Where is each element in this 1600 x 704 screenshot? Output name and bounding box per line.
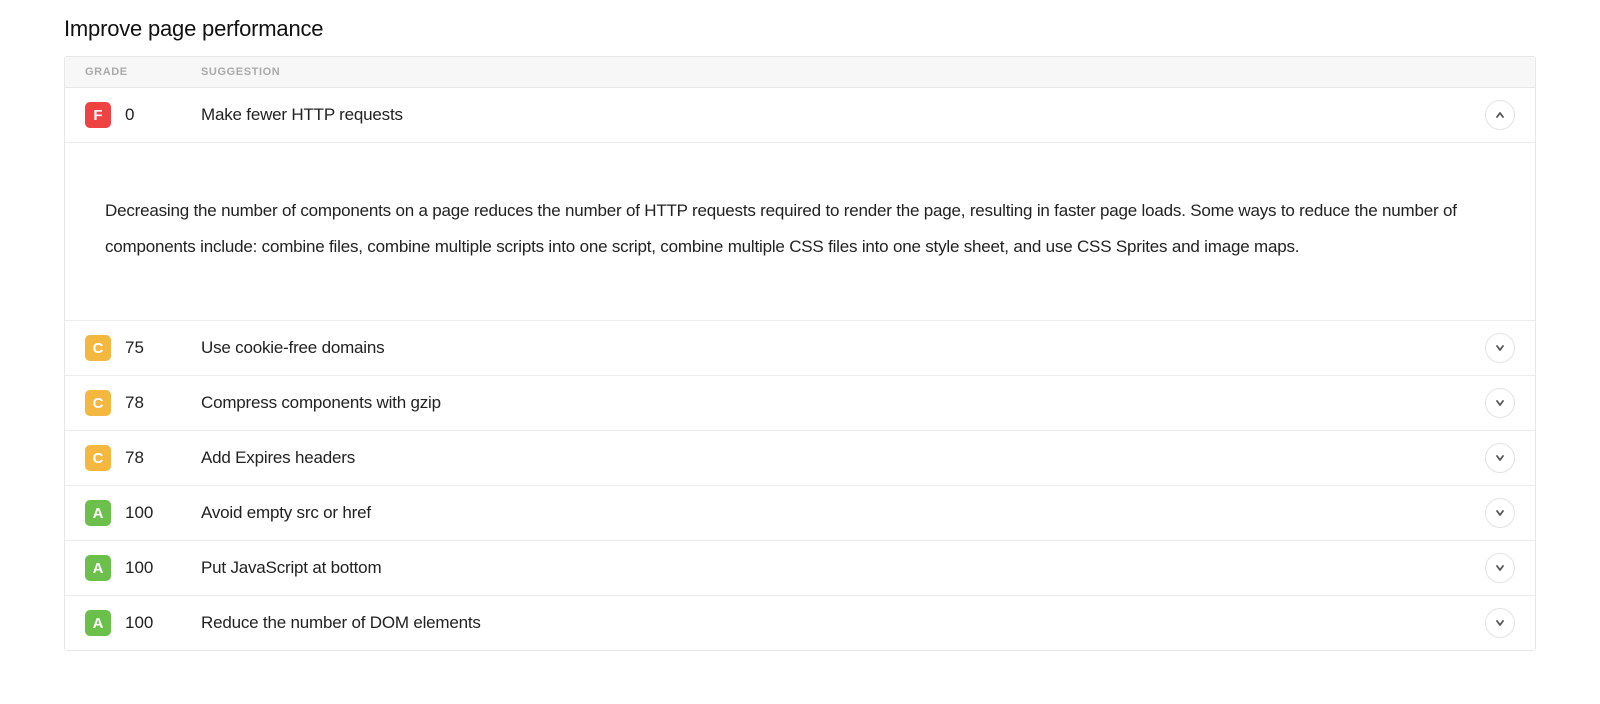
grade-badge: C (85, 335, 111, 361)
suggestion-text: Put JavaScript at bottom (201, 558, 1485, 578)
header-suggestion: SUGGESTION (201, 66, 1515, 78)
suggestion-text: Reduce the number of DOM elements (201, 613, 1485, 633)
grade-score: 78 (125, 393, 155, 413)
suggestion-text: Add Expires headers (201, 448, 1485, 468)
grade-score: 100 (125, 613, 155, 633)
grade-badge: A (85, 610, 111, 636)
grade-cell: F0 (85, 102, 201, 128)
grade-cell: C 78 (85, 390, 201, 416)
chevron-down-icon[interactable] (1485, 553, 1515, 583)
grade-cell: C 75 (85, 335, 201, 361)
grade-badge: A (85, 555, 111, 581)
suggestion-row[interactable]: A 100 Put JavaScript at bottom (65, 541, 1535, 596)
suggestion-row[interactable]: C 78 Compress components with gzip (65, 376, 1535, 431)
grade-score: 78 (125, 448, 155, 468)
grade-cell: A 100 (85, 555, 201, 581)
suggestion-detail: Decreasing the number of components on a… (65, 143, 1535, 321)
chevron-up-icon[interactable] (1485, 100, 1515, 130)
grade-badge: A (85, 500, 111, 526)
suggestion-text: Use cookie-free domains (201, 338, 1485, 358)
chevron-down-icon[interactable] (1485, 498, 1515, 528)
chevron-down-icon[interactable] (1485, 443, 1515, 473)
suggestion-row[interactable]: A 100 Reduce the number of DOM elements (65, 596, 1535, 650)
suggestion-text: Compress components with gzip (201, 393, 1485, 413)
suggestion-row[interactable]: A 100 Avoid empty src or href (65, 486, 1535, 541)
suggestion-row[interactable]: C 78 Add Expires headers (65, 431, 1535, 486)
suggestions-panel: GRADE SUGGESTION F0Make fewer HTTP reque… (64, 56, 1536, 651)
chevron-down-icon[interactable] (1485, 333, 1515, 363)
chevron-down-icon[interactable] (1485, 608, 1515, 638)
page-title: Improve page performance (64, 16, 1536, 42)
suggestion-text: Make fewer HTTP requests (201, 105, 1485, 125)
grade-badge: F (85, 102, 111, 128)
grade-badge: C (85, 445, 111, 471)
header-grade: GRADE (85, 66, 201, 78)
grade-cell: A 100 (85, 610, 201, 636)
grade-cell: A 100 (85, 500, 201, 526)
suggestion-row[interactable]: F0Make fewer HTTP requests (65, 88, 1535, 143)
grade-score: 0 (125, 105, 155, 125)
suggestion-text: Avoid empty src or href (201, 503, 1485, 523)
grade-score: 75 (125, 338, 155, 358)
grade-badge: C (85, 390, 111, 416)
chevron-down-icon[interactable] (1485, 388, 1515, 418)
grade-cell: C 78 (85, 445, 201, 471)
panel-header: GRADE SUGGESTION (65, 57, 1535, 88)
suggestion-row[interactable]: C 75 Use cookie-free domains (65, 321, 1535, 376)
grade-score: 100 (125, 558, 155, 578)
grade-score: 100 (125, 503, 155, 523)
